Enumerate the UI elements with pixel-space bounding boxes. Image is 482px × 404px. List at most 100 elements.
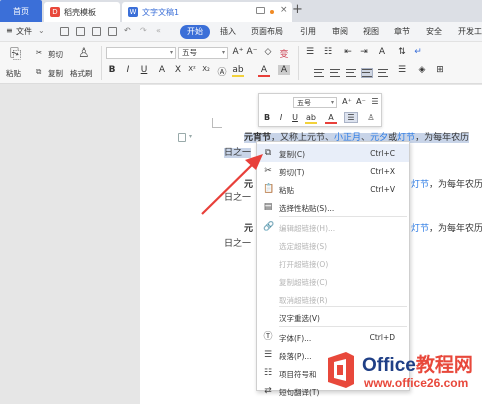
export-icon[interactable] — [76, 27, 85, 36]
monitor-icon[interactable] — [256, 7, 265, 14]
menu-review[interactable]: 审阅 — [332, 26, 348, 37]
menu-view[interactable]: 视图 — [363, 26, 379, 37]
mini-align-icon[interactable]: ☰ — [344, 112, 358, 123]
context-menu-item[interactable]: ⧉ 复制(C) Ctrl+C — [257, 144, 409, 162]
paragraph-handle-icon[interactable] — [178, 133, 186, 142]
font-color-icon[interactable]: A — [258, 65, 270, 77]
mini-grow-font-button[interactable]: A⁺ — [341, 97, 353, 106]
underline-button[interactable]: U — [138, 65, 150, 75]
chevron-down-icon[interactable]: ⌄ — [38, 26, 45, 35]
shrink-font-button[interactable]: A⁻ — [246, 47, 258, 57]
numbering-icon[interactable]: ☷ — [322, 47, 334, 57]
ribbon: ⎘ 粘贴 ✂ 剪切 ⧉ 复制 ♙ 格式刷 ▾ 五号 ▾ A⁺ A⁻ ◇ 变 B I… — [0, 42, 482, 84]
font-fx-icon[interactable]: Ⓐ — [216, 65, 228, 78]
align-center-icon[interactable] — [330, 69, 340, 77]
borders-icon[interactable]: ⊞ — [434, 65, 446, 75]
document-line-3-tail[interactable]: 灯节，为每年农历 — [411, 177, 482, 190]
mini-line-spacing-icon[interactable]: ☰ — [369, 97, 381, 106]
align-left-icon[interactable] — [314, 69, 324, 77]
menu-page-layout[interactable]: 页面布局 — [251, 26, 283, 37]
grow-font-button[interactable]: A⁺ — [232, 47, 244, 57]
hamburger-icon[interactable]: ≡ — [6, 26, 13, 35]
mini-highlight-icon[interactable]: ab — [305, 113, 317, 124]
font-size-select[interactable]: 五号 ▾ — [178, 47, 228, 59]
context-menu-item-label: 复制(C) — [279, 150, 306, 159]
phonetic-guide-button[interactable]: 变 — [278, 47, 290, 60]
superscript-icon[interactable]: X² — [186, 65, 198, 73]
mini-format-painter-icon[interactable]: ♙ — [365, 113, 377, 122]
paste-icon: 📋 — [263, 184, 275, 194]
chinese-layout-icon[interactable]: A — [376, 47, 388, 57]
hyperlink-dengjie[interactable]: 灯节 — [411, 180, 429, 190]
chevron-down-icon[interactable]: ▾ — [189, 133, 192, 140]
tab-document[interactable]: W 文字文稿1 × — [122, 2, 292, 22]
align-right-icon[interactable] — [346, 69, 356, 77]
copy-icon[interactable]: ⧉ — [36, 67, 41, 77]
context-menu-item[interactable]: ▤ 选择性粘贴(S)... — [257, 198, 409, 216]
menu-security[interactable]: 安全 — [426, 26, 442, 37]
clear-format-icon[interactable]: ◇ — [262, 47, 274, 57]
preview-icon[interactable] — [108, 27, 117, 36]
subscript-icon[interactable]: X₂ — [200, 65, 212, 73]
format-painter-button[interactable]: 格式刷 — [70, 68, 93, 79]
document-line-6[interactable]: 日之一 — [224, 236, 251, 249]
distributed-align-icon[interactable] — [378, 69, 388, 77]
char-shading-icon[interactable]: A — [278, 65, 290, 75]
document-line-5-tail[interactable]: 灯节，为每年农历 — [411, 221, 482, 234]
close-icon[interactable]: × — [280, 5, 288, 15]
menu-bar: ≡ 文件 ⌄ ↶ ↷ « 开始 插入 页面布局 引用 审阅 视图 章节 安全 开… — [0, 22, 482, 42]
paste-button[interactable]: 粘贴 — [6, 68, 21, 79]
format-painter-icon[interactable]: ♙ — [78, 46, 90, 61]
tab-home[interactable]: 首页 — [0, 0, 42, 22]
menu-start[interactable]: 开始 — [180, 25, 210, 39]
mini-font-size-select[interactable]: 五号 ▾ — [293, 97, 337, 108]
quick-access-more[interactable]: « — [156, 26, 161, 35]
strikethrough-icon[interactable]: X — [172, 65, 184, 75]
link-icon: 🔗 — [263, 222, 275, 232]
highlight-icon[interactable]: ab — [232, 65, 244, 77]
mini-underline-button[interactable]: U — [289, 113, 301, 122]
new-tab-button[interactable]: + — [292, 2, 303, 17]
hyperlink-dengjie[interactable]: 灯节 — [411, 224, 429, 234]
cut-button[interactable]: 剪切 — [48, 49, 63, 60]
context-menu-item[interactable]: Ⓣ 字体(F)... Ctrl+D — [257, 328, 409, 346]
chevron-down-icon: ▾ — [221, 49, 225, 56]
mini-shrink-font-button[interactable]: A⁻ — [355, 97, 367, 106]
shading-icon[interactable]: ◈ — [416, 65, 428, 75]
menu-references[interactable]: 引用 — [300, 26, 316, 37]
context-menu-item[interactable]: 汉字重选(V) — [257, 308, 409, 326]
redo-icon[interactable]: ↷ — [140, 26, 147, 35]
menu-chapter[interactable]: 章节 — [394, 26, 410, 37]
context-menu-item[interactable]: ✂ 剪切(T) Ctrl+X — [257, 162, 409, 180]
document-line-4[interactable]: 日之一 — [224, 190, 251, 203]
copy-button[interactable]: 复制 — [48, 68, 63, 79]
save-icon[interactable] — [60, 27, 69, 36]
mini-bold-button[interactable]: B — [261, 113, 273, 122]
tab-template[interactable]: D 稻壳模板 — [44, 2, 120, 22]
document-line-5[interactable]: 元 — [244, 221, 253, 234]
show-marks-icon[interactable]: ↵ — [412, 47, 424, 57]
text-run: 日之一 — [224, 239, 252, 249]
italic-button[interactable]: I — [122, 65, 134, 75]
menu-file[interactable]: 文件 — [16, 26, 32, 37]
font-name-select[interactable]: ▾ — [106, 47, 176, 59]
paste-icon[interactable]: ⎘ — [10, 46, 21, 62]
align-justify-icon[interactable] — [361, 68, 373, 78]
document-line-2[interactable]: 日之一 — [224, 145, 252, 158]
print-icon[interactable] — [92, 27, 101, 36]
mini-italic-button[interactable]: I — [275, 113, 287, 122]
line-spacing-icon[interactable]: ☰ — [396, 65, 408, 75]
context-menu-item[interactable]: 📋 粘贴 Ctrl+V — [257, 180, 409, 198]
increase-indent-icon[interactable]: ⇥ — [358, 47, 370, 57]
bold-button[interactable]: B — [106, 65, 118, 75]
text-effect-icon[interactable]: A — [156, 65, 168, 75]
bullets-icon[interactable]: ☰ — [304, 47, 316, 57]
menu-insert[interactable]: 插入 — [220, 26, 236, 37]
document-line-3[interactable]: 元 — [244, 177, 253, 190]
sort-icon[interactable]: ⇅ — [396, 47, 408, 57]
undo-icon[interactable]: ↶ — [124, 26, 131, 35]
scissors-icon[interactable]: ✂ — [36, 48, 42, 57]
mini-font-color-icon[interactable]: A — [325, 113, 337, 124]
menu-developer[interactable]: 开发工 — [458, 26, 482, 37]
decrease-indent-icon[interactable]: ⇤ — [342, 47, 354, 57]
